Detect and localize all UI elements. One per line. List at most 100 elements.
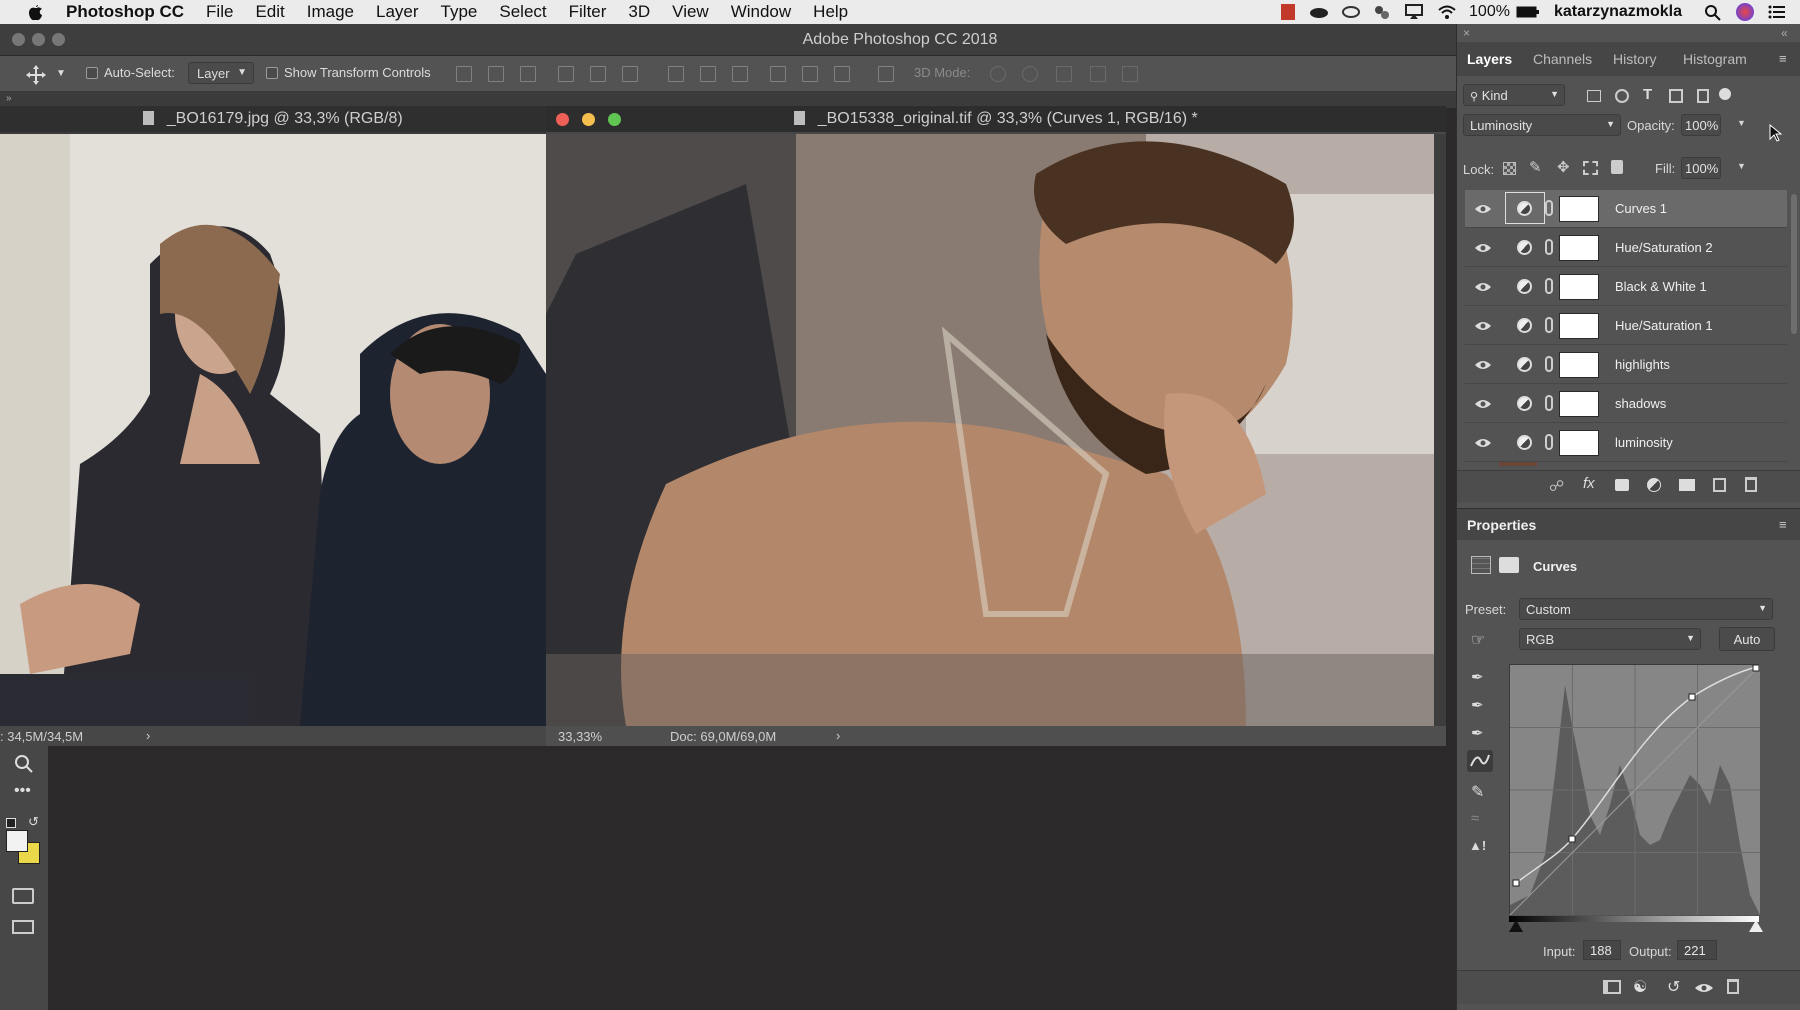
layer-row-shadows[interactable]: shadows bbox=[1465, 385, 1787, 423]
layer-mask-thumbnail[interactable] bbox=[1559, 274, 1599, 300]
auto-select-checkbox[interactable] bbox=[86, 67, 98, 79]
expand-panel-icon[interactable]: » bbox=[6, 93, 12, 104]
align-right-icon[interactable] bbox=[622, 66, 638, 82]
align-vcenter-icon[interactable] bbox=[488, 66, 504, 82]
notification-center-icon[interactable] bbox=[1768, 4, 1786, 20]
panel-collapse-icon[interactable]: « bbox=[1781, 26, 1788, 40]
3d-camera-icon[interactable] bbox=[1122, 66, 1138, 82]
document-window-1[interactable]: _BO16179.jpg @ 33,3% (RGB/8) : 34,5M/34,… bbox=[0, 106, 546, 746]
panel-close-icon[interactable]: × bbox=[1463, 26, 1470, 40]
mask-link-icon[interactable] bbox=[1545, 434, 1553, 450]
layer-mask-thumbnail[interactable] bbox=[1559, 235, 1599, 261]
visibility-eye-icon[interactable] bbox=[1475, 280, 1491, 292]
sample-gray-point-eyedropper-icon[interactable]: ✒ bbox=[1471, 696, 1484, 714]
3d-slide-icon[interactable] bbox=[1090, 66, 1106, 82]
zoom-level-field[interactable]: 33,33% bbox=[558, 729, 602, 744]
filter-adjustment-icon[interactable] bbox=[1615, 89, 1629, 103]
layers-scrollbar[interactable] bbox=[1791, 194, 1797, 334]
preset-dropdown[interactable]: Custom ▼ bbox=[1519, 598, 1773, 620]
menu-3d[interactable]: 3D bbox=[628, 2, 650, 22]
fill-field[interactable]: 100% bbox=[1681, 157, 1721, 179]
lock-position-icon[interactable]: ✥ bbox=[1557, 158, 1570, 176]
status-menu-arrow-icon[interactable]: › bbox=[836, 728, 840, 743]
visibility-eye-icon[interactable] bbox=[1475, 241, 1491, 253]
white-point-slider[interactable] bbox=[1749, 920, 1763, 932]
menu-select[interactable]: Select bbox=[499, 2, 546, 22]
more-tools-icon[interactable]: ••• bbox=[14, 782, 31, 800]
menu-file[interactable]: File bbox=[206, 2, 233, 22]
smooth-curve-icon[interactable]: ≈ bbox=[1471, 810, 1479, 827]
layer-name[interactable]: luminosity bbox=[1615, 435, 1673, 450]
document-window-2[interactable]: _BO15338_original.tif @ 33,3% (Curves 1,… bbox=[546, 106, 1446, 746]
curves-adjustment-icon[interactable] bbox=[1471, 556, 1491, 574]
filter-type-icon[interactable]: T bbox=[1643, 86, 1652, 103]
document-1-title-bar[interactable]: _BO16179.jpg @ 33,3% (RGB/8) bbox=[0, 106, 546, 132]
black-point-slider[interactable] bbox=[1509, 920, 1523, 932]
layer-row-luminosity[interactable]: luminosity bbox=[1465, 424, 1787, 462]
layer-name[interactable]: Hue/Saturation 1 bbox=[1615, 318, 1713, 333]
mask-link-icon[interactable] bbox=[1545, 200, 1553, 216]
align-top-icon[interactable] bbox=[456, 66, 472, 82]
layer-mask-thumbnail[interactable] bbox=[1559, 430, 1599, 456]
tab-layers[interactable]: Layers bbox=[1467, 51, 1512, 67]
distribute-top-icon[interactable] bbox=[668, 66, 684, 82]
menu-image[interactable]: Image bbox=[307, 2, 354, 22]
document-minimize-button[interactable] bbox=[582, 113, 595, 126]
clip-to-layer-icon[interactable] bbox=[1603, 980, 1621, 994]
creative-cloud-icon[interactable] bbox=[1341, 4, 1361, 20]
zoom-tool-icon[interactable] bbox=[14, 754, 34, 779]
view-previous-state-icon[interactable]: ☯ bbox=[1633, 977, 1647, 997]
document-2-canvas-photo[interactable] bbox=[546, 134, 1434, 726]
layer-mask-thumbnail[interactable] bbox=[1559, 313, 1599, 339]
menu-window[interactable]: Window bbox=[731, 2, 791, 22]
draw-curve-pencil-icon[interactable]: ✎ bbox=[1471, 782, 1484, 802]
lock-transparent-icon[interactable] bbox=[1503, 162, 1516, 175]
spotlight-search-icon[interactable] bbox=[1704, 4, 1722, 21]
siri-icon[interactable] bbox=[1736, 3, 1754, 21]
layer-name[interactable]: highlights bbox=[1615, 357, 1670, 372]
delete-layer-icon[interactable] bbox=[1745, 477, 1757, 492]
layer-name[interactable]: Hue/Saturation 2 bbox=[1615, 240, 1713, 255]
filter-smart-object-icon[interactable] bbox=[1697, 89, 1709, 103]
show-transform-checkbox[interactable] bbox=[266, 67, 278, 79]
airplay-icon[interactable] bbox=[1405, 4, 1424, 20]
menu-edit[interactable]: Edit bbox=[255, 2, 284, 22]
clipping-warning-icon[interactable]: ▲! bbox=[1469, 838, 1486, 853]
apple-icon[interactable] bbox=[26, 2, 48, 22]
quick-mask-icon[interactable] bbox=[12, 888, 34, 904]
lock-all-icon[interactable] bbox=[1611, 160, 1623, 174]
tool-preset-chevron-icon[interactable]: ▼ bbox=[56, 68, 66, 79]
mask-link-icon[interactable] bbox=[1545, 239, 1553, 255]
mask-link-icon[interactable] bbox=[1545, 317, 1553, 333]
layer-name[interactable]: shadows bbox=[1615, 396, 1666, 411]
layer-mask-thumbnail[interactable] bbox=[1559, 391, 1599, 417]
fill-chevron-icon[interactable]: ▼ bbox=[1737, 161, 1746, 171]
mask-properties-icon[interactable] bbox=[1499, 557, 1519, 573]
distribute-left-icon[interactable] bbox=[770, 66, 786, 82]
filter-toggle-icon[interactable] bbox=[1719, 88, 1731, 100]
3d-orbit-icon[interactable] bbox=[990, 66, 1006, 82]
new-layer-icon[interactable] bbox=[1713, 478, 1726, 492]
layer-mask-thumbnail[interactable] bbox=[1559, 352, 1599, 378]
menu-type[interactable]: Type bbox=[441, 2, 478, 22]
layer-name[interactable]: Black & White 1 bbox=[1615, 279, 1707, 294]
filter-shape-icon[interactable] bbox=[1669, 89, 1683, 103]
sync-icon[interactable] bbox=[1373, 4, 1391, 20]
visibility-eye-icon[interactable] bbox=[1475, 436, 1491, 448]
align-bottom-icon[interactable] bbox=[520, 66, 536, 82]
blend-mode-dropdown[interactable]: Luminosity ▼ bbox=[1463, 114, 1621, 136]
tab-history[interactable]: History bbox=[1613, 51, 1657, 67]
new-adjustment-layer-icon[interactable] bbox=[1647, 478, 1661, 492]
menu-filter[interactable]: Filter bbox=[569, 2, 607, 22]
targeted-adjustment-hand-icon[interactable]: ☞ bbox=[1471, 630, 1485, 650]
sample-white-point-eyedropper-icon[interactable]: ✒ bbox=[1471, 724, 1484, 742]
opacity-chevron-icon[interactable]: ▼ bbox=[1737, 118, 1746, 128]
opacity-field[interactable]: 100% bbox=[1681, 114, 1721, 136]
screen-mode-icon[interactable] bbox=[12, 920, 34, 934]
layer-name[interactable]: Curves 1 bbox=[1615, 201, 1667, 216]
swap-colors-icon[interactable]: ↺ bbox=[28, 814, 39, 830]
document-2-title-bar[interactable]: _BO15338_original.tif @ 33,3% (Curves 1,… bbox=[546, 106, 1446, 132]
default-colors-icon[interactable] bbox=[6, 818, 16, 828]
lock-image-pixels-icon[interactable]: ✎ bbox=[1529, 158, 1542, 176]
properties-menu-icon[interactable]: ≡ bbox=[1779, 517, 1787, 532]
